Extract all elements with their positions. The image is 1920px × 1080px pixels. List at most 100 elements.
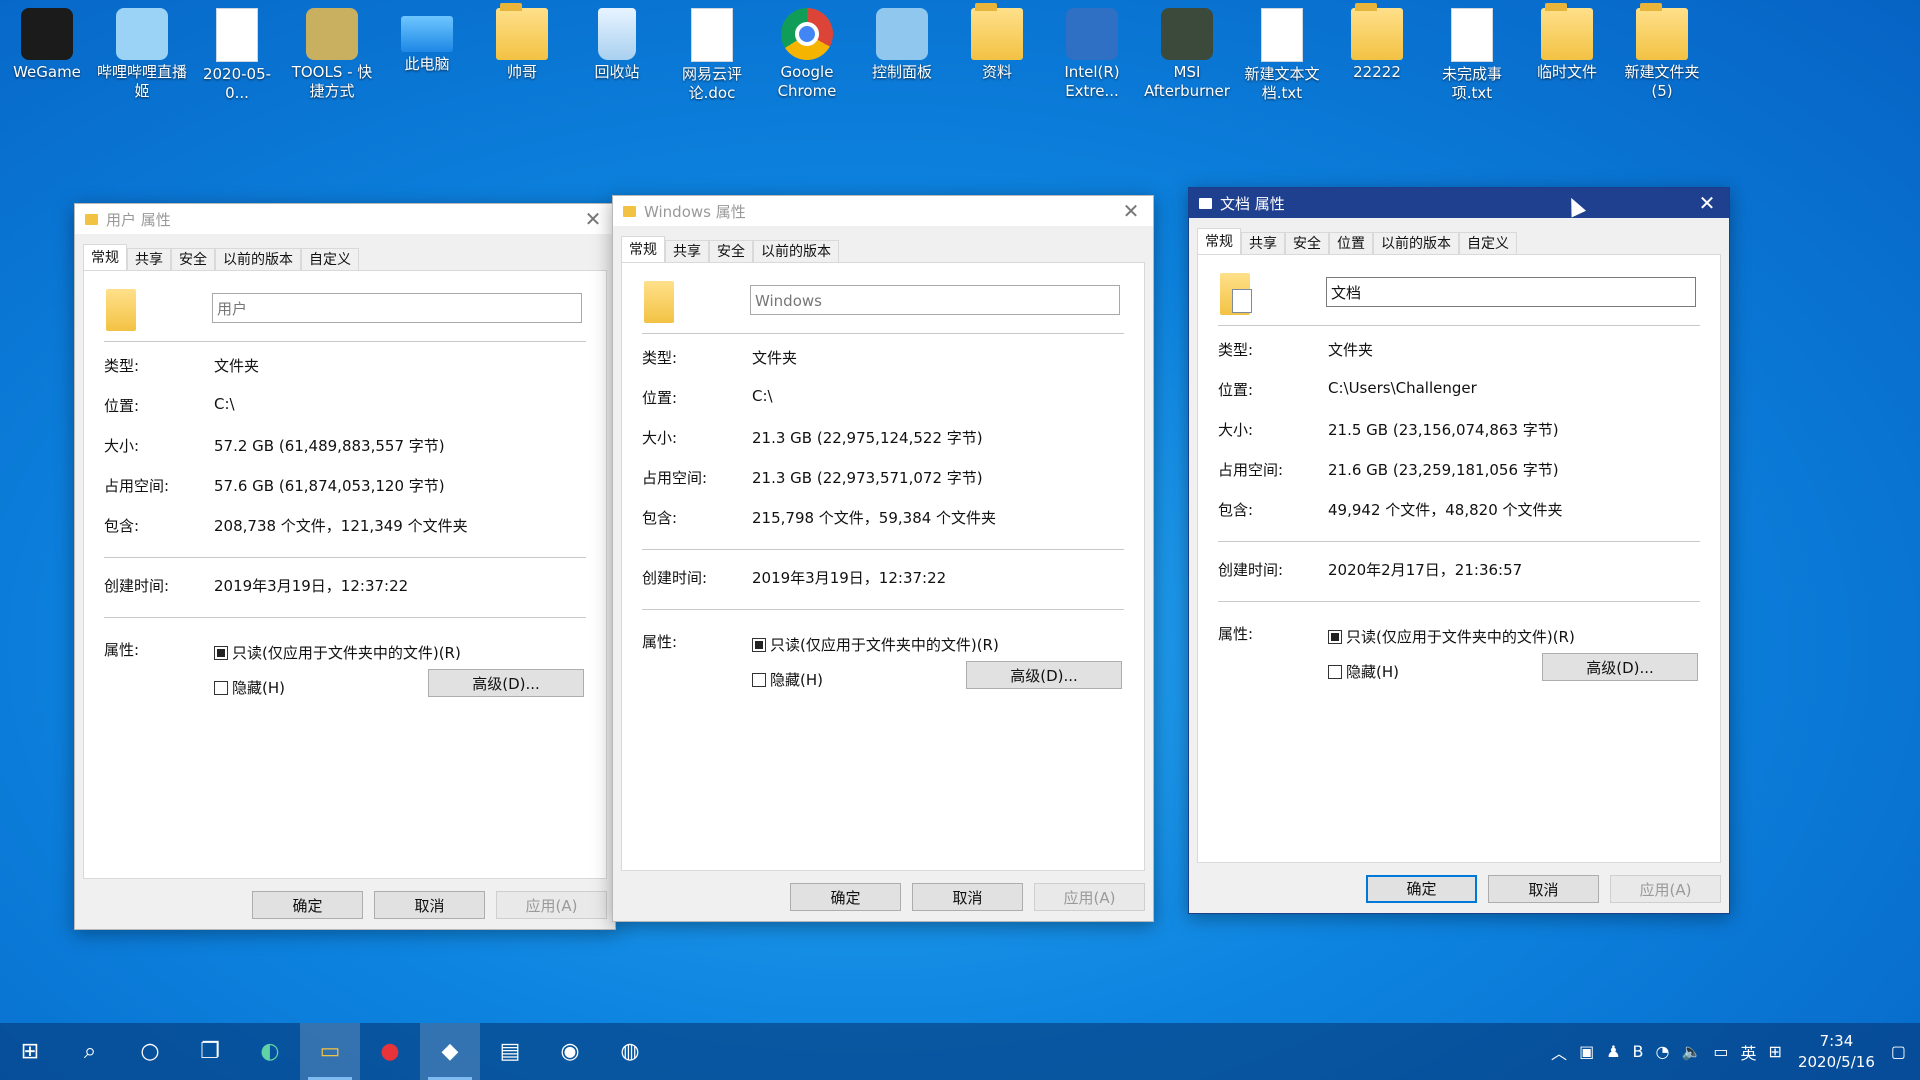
folder-name-field[interactable]: 用户 bbox=[212, 293, 582, 323]
desktop-icon[interactable]: 未完成事项.txt bbox=[1427, 4, 1517, 103]
vmware-icon[interactable]: ▤ bbox=[480, 1023, 540, 1080]
readonly-checkbox[interactable]: 只读(仅应用于文件夹中的文件)(R) bbox=[752, 634, 999, 655]
ok-button[interactable]: 确定 bbox=[790, 883, 901, 911]
netease-music-icon[interactable]: ● bbox=[360, 1023, 420, 1080]
desktop-icon[interactable]: 新建文本文档.txt bbox=[1237, 4, 1327, 103]
obs-icon[interactable]: ◍ bbox=[600, 1023, 660, 1080]
location-label: 位置: bbox=[1218, 381, 1254, 399]
desktop-icon[interactable]: 此电脑 bbox=[382, 4, 472, 74]
ime-mode-icon[interactable]: ⊞ bbox=[1769, 1042, 1782, 1061]
ok-button[interactable]: 确定 bbox=[1366, 875, 1477, 903]
contains-label: 包含: bbox=[1218, 501, 1254, 519]
tab-customize[interactable]: 自定义 bbox=[301, 248, 359, 271]
desktop-icon[interactable]: 临时文件 bbox=[1522, 3, 1612, 82]
folder-name-field[interactable]: Windows bbox=[750, 285, 1120, 315]
tab-general[interactable]: 常规 bbox=[621, 236, 665, 263]
wifi-icon[interactable]: ◔ bbox=[1656, 1042, 1670, 1061]
title-bar[interactable]: 用户 属性 ✕ bbox=[75, 204, 615, 234]
tray-bluetooth-icon[interactable]: B bbox=[1633, 1042, 1644, 1061]
readonly-checkbox[interactable]: 只读(仅应用于文件夹中的文件)(R) bbox=[214, 642, 461, 663]
edge-icon[interactable]: ◐ bbox=[240, 1023, 300, 1080]
desktop-icon[interactable]: 哔哩哔哩直播姬 bbox=[97, 4, 187, 101]
type-label: 类型: bbox=[642, 349, 678, 367]
desktop-icon[interactable]: 2020-05-0... bbox=[192, 4, 282, 103]
readonly-label: 只读(仅应用于文件夹中的文件)(R) bbox=[232, 644, 461, 662]
location-label: 位置: bbox=[104, 397, 140, 415]
desktop-icon[interactable]: 资料 bbox=[952, 3, 1042, 82]
desktop-icon[interactable]: MSI Afterburner bbox=[1142, 4, 1232, 101]
desktop-icon[interactable]: 回收站 bbox=[572, 4, 662, 82]
battery-icon[interactable]: ▭ bbox=[1713, 1042, 1728, 1061]
tray-app-icon[interactable]: ▣ bbox=[1579, 1042, 1594, 1061]
tab-sharing[interactable]: 共享 bbox=[1241, 232, 1285, 255]
apply-button[interactable]: 应用(A) bbox=[1034, 883, 1145, 911]
tab-general[interactable]: 常规 bbox=[83, 244, 127, 271]
title-bar[interactable]: Windows 属性 ✕ bbox=[613, 196, 1153, 226]
cancel-button[interactable]: 取消 bbox=[374, 891, 485, 919]
close-button[interactable]: ✕ bbox=[571, 204, 615, 234]
desktop-icon[interactable]: Intel(R) Extre... bbox=[1047, 4, 1137, 101]
tray-overflow-icon[interactable]: ︿ bbox=[1551, 1040, 1567, 1064]
qq-icon[interactable]: ◆ bbox=[420, 1023, 480, 1080]
advanced-button[interactable]: 高级(D)... bbox=[428, 669, 584, 697]
tab-location[interactable]: 位置 bbox=[1329, 232, 1373, 255]
tab-general[interactable]: 常规 bbox=[1197, 228, 1241, 255]
desktop-icon-label: 资料 bbox=[981, 63, 1012, 81]
window-title: 用户 属性 bbox=[106, 210, 171, 229]
readonly-checkbox[interactable]: 只读(仅应用于文件夹中的文件)(R) bbox=[1328, 626, 1575, 647]
tab-security[interactable]: 安全 bbox=[1285, 232, 1329, 255]
advanced-button[interactable]: 高级(D)... bbox=[1542, 653, 1698, 681]
apply-button[interactable]: 应用(A) bbox=[1610, 875, 1721, 903]
close-button[interactable]: ✕ bbox=[1109, 196, 1153, 226]
volume-icon[interactable]: 🔈 bbox=[1681, 1042, 1701, 1061]
wegame-icon bbox=[21, 8, 73, 60]
desktop-icon[interactable]: Google Chrome bbox=[762, 4, 852, 101]
document-folder-icon bbox=[1199, 197, 1212, 209]
close-button[interactable]: ✕ bbox=[1685, 188, 1729, 218]
title-bar[interactable]: 文档 属性 ✕ bbox=[1189, 188, 1729, 218]
ok-button[interactable]: 确定 bbox=[252, 891, 363, 919]
notification-icon[interactable]: ▢ bbox=[1891, 1042, 1906, 1061]
hidden-checkbox[interactable]: 隐藏(H) bbox=[214, 677, 285, 698]
recycle-bin-icon bbox=[598, 8, 636, 60]
cancel-button[interactable]: 取消 bbox=[912, 883, 1023, 911]
tab-security[interactable]: 安全 bbox=[171, 248, 215, 271]
tab-previous-versions[interactable]: 以前的版本 bbox=[215, 248, 301, 271]
start-icon[interactable]: ⊞ bbox=[0, 1023, 60, 1080]
steam-icon[interactable]: ◉ bbox=[540, 1023, 600, 1080]
desktop-icon[interactable]: TOOLS - 快捷方式 bbox=[287, 4, 377, 101]
cortana-icon[interactable]: ○ bbox=[120, 1023, 180, 1080]
task-view-icon[interactable]: ❐ bbox=[180, 1023, 240, 1080]
type-value: 文件夹 bbox=[1328, 341, 1374, 359]
ime-indicator[interactable]: 英 bbox=[1741, 1040, 1757, 1064]
desktop-icon[interactable]: 帅哥 bbox=[477, 3, 567, 82]
tab-customize[interactable]: 自定义 bbox=[1459, 232, 1517, 255]
desktop-icon[interactable]: WeGame bbox=[2, 4, 92, 82]
tray-qq-icon[interactable]: ♟ bbox=[1606, 1042, 1620, 1061]
apply-button[interactable]: 应用(A) bbox=[496, 891, 607, 919]
hidden-checkbox[interactable]: 隐藏(H) bbox=[1328, 661, 1399, 682]
advanced-button[interactable]: 高级(D)... bbox=[966, 661, 1122, 689]
tab-strip: 常规 共享 安全 以前的版本 bbox=[621, 236, 839, 263]
tab-sharing[interactable]: 共享 bbox=[127, 248, 171, 271]
cancel-button[interactable]: 取消 bbox=[1488, 875, 1599, 903]
folder-name-field[interactable]: 文档 bbox=[1326, 277, 1696, 307]
desktop-icon-label: WeGame bbox=[13, 63, 81, 81]
desktop-icon-label: TOOLS - 快捷方式 bbox=[291, 63, 373, 100]
disk-size-label: 占用空间: bbox=[104, 477, 170, 495]
this-pc-icon bbox=[401, 16, 453, 52]
tab-security[interactable]: 安全 bbox=[709, 240, 753, 263]
desktop-icon[interactable]: 控制面板 bbox=[857, 4, 947, 82]
file-explorer-icon[interactable]: ▭ bbox=[300, 1023, 360, 1080]
clock[interactable]: 7:34 2020/5/16 bbox=[1798, 1031, 1875, 1073]
hidden-checkbox[interactable]: 隐藏(H) bbox=[752, 669, 823, 690]
desktop-icon[interactable]: 网易云评论.doc bbox=[667, 4, 757, 103]
desktop-icon[interactable]: 22222 bbox=[1332, 3, 1422, 82]
desktop-icon[interactable]: 新建文件夹 (5) bbox=[1617, 3, 1707, 101]
tab-sharing[interactable]: 共享 bbox=[665, 240, 709, 263]
disk-size-label: 占用空间: bbox=[642, 469, 708, 487]
search-icon[interactable]: ⌕ bbox=[60, 1023, 120, 1080]
tab-previous-versions[interactable]: 以前的版本 bbox=[753, 240, 839, 263]
tab-previous-versions[interactable]: 以前的版本 bbox=[1373, 232, 1459, 255]
created-value: 2019年3月19日，12:37:22 bbox=[752, 569, 947, 587]
